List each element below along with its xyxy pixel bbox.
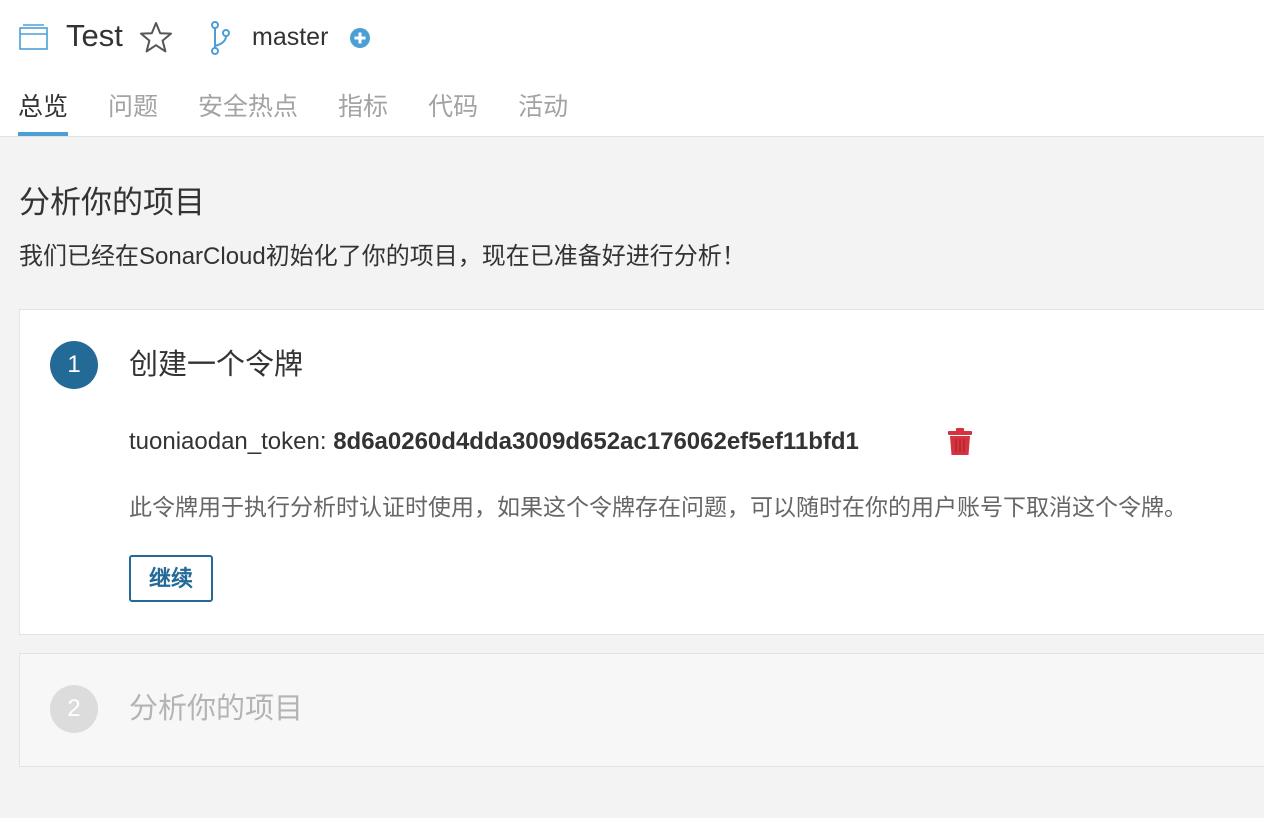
star-icon[interactable] [138, 20, 174, 61]
step-analyze-project-card: 2 分析你的项目 [19, 653, 1264, 767]
token-description: 此令牌用于执行分析时认证时使用，如果这个令牌存在问题，可以随时在你的用户账号下取… [129, 494, 1187, 520]
project-name[interactable]: Test [66, 16, 123, 56]
project-icon [19, 23, 49, 56]
tab-overview[interactable]: 总览 [18, 88, 69, 136]
branch-name[interactable]: master [252, 21, 328, 53]
page-subtitle: 我们已经在SonarCloud初始化了你的项目，现在已准备好进行分析！ [19, 243, 746, 270]
token-value: 8d6a0260d4dda3009d652ac176062ef5ef11bfd1 [333, 428, 859, 455]
continue-button[interactable]: 继续 [129, 555, 213, 602]
page-title: 分析你的项目 [19, 185, 205, 220]
step-number-badge: 1 [50, 341, 98, 389]
token-line: tuoniaodan_token: 8d6a0260d4dda3009d652a… [129, 424, 859, 460]
project-tabs: 总览 问题 安全热点 指标 代码 活动 [18, 88, 608, 136]
step-number-badge: 2 [50, 685, 98, 733]
delete-token-icon[interactable] [947, 427, 973, 461]
add-branch-icon[interactable] [349, 27, 371, 54]
token-name-label: tuoniaodan_token: [129, 428, 334, 455]
step-title: 创建一个令牌 [129, 349, 304, 381]
tab-activity[interactable]: 活动 [518, 88, 568, 136]
step-create-token-card: 1 创建一个令牌 tuoniaodan_token: 8d6a0260d4dda… [19, 309, 1264, 635]
tab-issues[interactable]: 问题 [108, 88, 158, 136]
tab-code[interactable]: 代码 [428, 88, 478, 136]
step-title: 分析你的项目 [129, 693, 304, 725]
branch-icon [207, 20, 233, 61]
tab-measures[interactable]: 指标 [338, 88, 388, 136]
project-header: Test master 总览 问题 安全热点 指标 代码 活动 [0, 0, 1264, 137]
tab-security-hotspots[interactable]: 安全热点 [198, 88, 298, 136]
